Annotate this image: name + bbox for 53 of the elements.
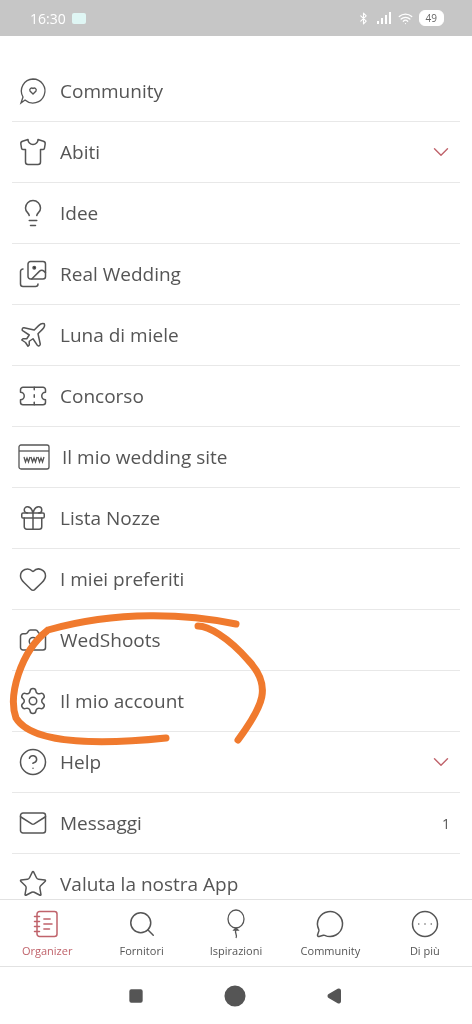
dress-icon (18, 137, 48, 167)
menu-item[interactable]: Community (12, 60, 460, 121)
menu-item[interactable]: Lista Nozze (12, 487, 460, 548)
airplane-icon (18, 320, 48, 350)
menu-item[interactable]: Help (12, 731, 460, 792)
back-button[interactable] (326, 986, 344, 1005)
menu-item-label: Abiti (60, 139, 101, 165)
menu-item[interactable]: Idee (12, 182, 460, 243)
menu-item-label: Messaggi (60, 810, 143, 836)
menu-item[interactable]: Messaggi 1 (12, 792, 460, 853)
battery-icon: 49 (418, 10, 444, 26)
nav-tab[interactable]: Fornitori (94, 900, 189, 966)
menu-item-label: WedShoots (60, 627, 162, 653)
menu-item[interactable]: Real Wedding (12, 243, 460, 304)
menu-item-label: Valuta la nostra App (60, 871, 240, 897)
menu-item[interactable]: WedShoots (12, 609, 460, 670)
menu-item[interactable]: Il mio account (12, 670, 460, 731)
menu-item[interactable]: Il mio wedding site (12, 426, 460, 487)
more-icon (409, 908, 440, 939)
photos-icon (18, 259, 48, 289)
star-icon (18, 869, 48, 899)
wifi-icon (397, 10, 413, 26)
web-page-icon (18, 444, 50, 470)
nav-tab[interactable]: Ispirazioni (188, 900, 284, 966)
menu-item-label: Il mio wedding site (62, 444, 229, 470)
notification-icon (71, 12, 86, 24)
nav-tab[interactable]: Di più (377, 900, 472, 966)
menu-item-label: Help (60, 749, 103, 775)
gift-icon (18, 503, 48, 533)
menu-item-label: Community (60, 78, 164, 104)
signal-icon (375, 12, 392, 24)
home-button[interactable] (224, 984, 246, 1007)
menu-item-label: Idee (60, 200, 100, 226)
menu-item[interactable]: Concorso (12, 365, 460, 426)
menu-item-label: Il mio account (60, 688, 186, 714)
speech-bubble-icon (315, 908, 346, 939)
menu-item[interactable]: I miei preferiti (12, 548, 460, 609)
message-count: 1 (442, 813, 451, 833)
menu-item-label: I miei preferiti (60, 566, 186, 592)
recents-button[interactable] (128, 987, 144, 1004)
help-icon (18, 747, 48, 777)
menu-item[interactable]: Valuta la nostra App (12, 853, 460, 899)
nav-tab[interactable]: Community (283, 900, 378, 966)
menu-item[interactable]: Luna di miele (12, 304, 460, 365)
menu-item-label: Lista Nozze (60, 505, 162, 531)
menu-item-label: Luna di miele (60, 322, 180, 348)
menu-item-label: Real Wedding (60, 261, 182, 287)
status-time: 16:30 (30, 8, 66, 28)
menu-item[interactable]: Abiti (12, 121, 460, 182)
menu-item-label: Concorso (60, 383, 145, 409)
speech-bubble-heart-icon (18, 76, 48, 106)
settings-icon (18, 686, 48, 716)
nav-tab[interactable]: Organizer (0, 900, 95, 966)
